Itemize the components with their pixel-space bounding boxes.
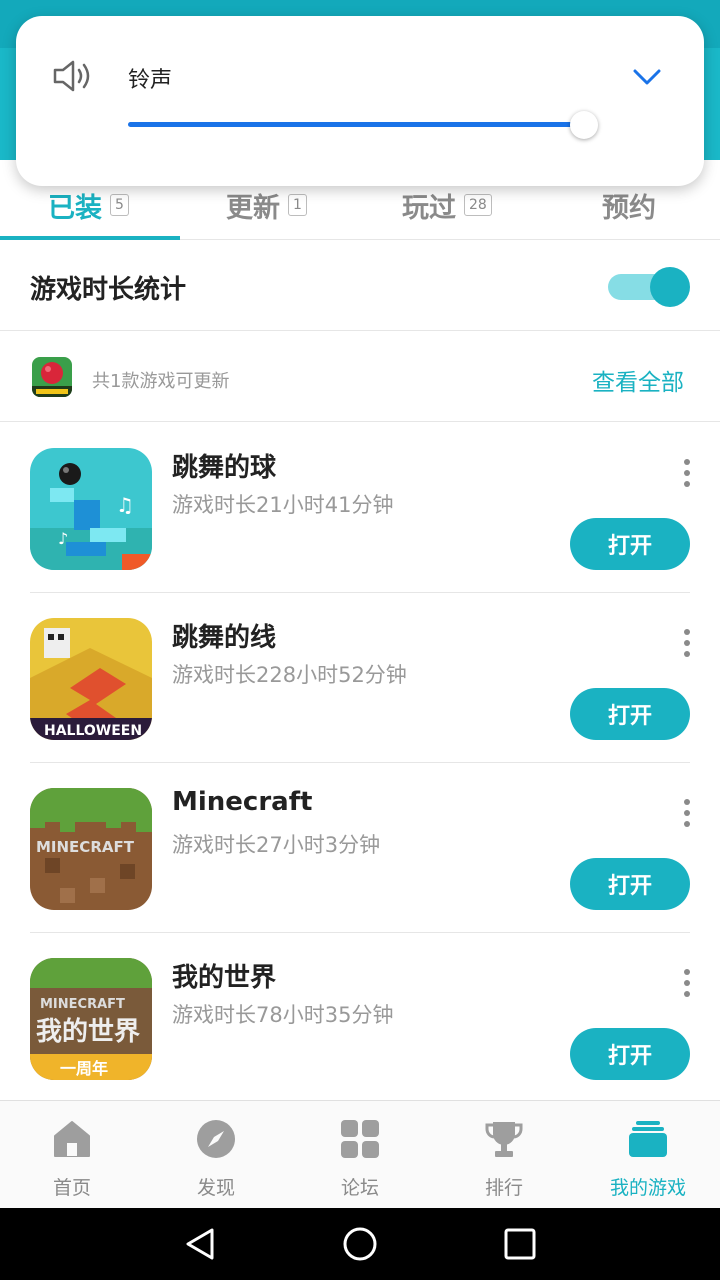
system-nav-bar <box>0 1208 720 1280</box>
compass-icon <box>197 1120 235 1158</box>
back-icon[interactable] <box>182 1226 218 1262</box>
game-name: 我的世界 <box>172 963 277 993</box>
playtime-stats-toggle[interactable] <box>608 267 690 307</box>
game-item-minecraft[interactable]: MINECRAFT Minecraft 游戏时长27小时3分钟 打开 <box>0 763 720 933</box>
game-item-my-world[interactable]: MINECRAFT 我的世界 一周年 我的世界 游戏时长78小时35分钟 打开 <box>0 933 720 1103</box>
volume-popup: 铃声 <box>16 16 704 186</box>
game-item-dancing-line[interactable]: HALLOWEEN 跳舞的线 游戏时长228小时52分钟 打开 <box>0 593 720 763</box>
home-circle-icon[interactable] <box>342 1226 378 1262</box>
tab-reservations[interactable]: 预约 <box>602 180 656 230</box>
playtime-stats-row: 游戏时长统计 <box>0 241 720 331</box>
nav-my-games[interactable]: 我的游戏 <box>576 1101 720 1209</box>
svg-text:我的世界: 我的世界 <box>36 1016 140 1047</box>
nav-label: 我的游戏 <box>609 1177 686 1199</box>
update-count-text: 共1款游戏可更新 <box>92 371 230 392</box>
game-playtime: 游戏时长27小时3分钟 <box>172 833 381 857</box>
grid-icon <box>341 1120 379 1158</box>
svg-text:一周年: 一周年 <box>60 1059 108 1078</box>
bottom-nav: 首页 发现 论坛 排行 我的游戏 <box>0 1100 720 1208</box>
nav-forum[interactable]: 论坛 <box>288 1101 432 1209</box>
tab-badge: 5 <box>110 194 129 216</box>
tab-indicator <box>0 236 180 240</box>
tab-installed[interactable]: 已装 5 <box>48 180 129 230</box>
tab-badge: 28 <box>464 194 492 216</box>
svg-text:HALLOWEEN: HALLOWEEN <box>44 723 142 739</box>
dancing-ball-game-icon: ♫ ♪ <box>30 448 152 570</box>
tab-label: 已装 <box>48 192 102 224</box>
game-playtime: 游戏时长21小时41分钟 <box>172 493 394 517</box>
game-name: 跳舞的球 <box>172 453 277 483</box>
nav-home[interactable]: 首页 <box>0 1101 144 1209</box>
game-name: 跳舞的线 <box>172 623 277 653</box>
stack-icon <box>629 1121 667 1157</box>
more-options-icon[interactable] <box>680 799 694 829</box>
view-all-link[interactable]: 查看全部 <box>592 363 684 397</box>
home-icon <box>54 1121 90 1157</box>
open-game-button[interactable]: 打开 <box>570 1028 690 1080</box>
nav-discover[interactable]: 发现 <box>144 1101 288 1209</box>
my-world-game-icon: MINECRAFT 我的世界 一周年 <box>30 958 152 1080</box>
svg-text:♫: ♫ <box>116 493 134 517</box>
volume-slider-track[interactable] <box>128 122 584 127</box>
tab-updates[interactable]: 更新 1 <box>226 180 307 230</box>
svg-text:MINECRAFT: MINECRAFT <box>36 838 135 856</box>
game-name: Minecraft <box>172 787 313 817</box>
chevron-down-icon[interactable] <box>632 64 662 88</box>
open-game-button[interactable]: 打开 <box>570 858 690 910</box>
tab-played[interactable]: 玩过 28 <box>402 180 492 230</box>
tab-badge: 1 <box>288 194 307 216</box>
game-item-dancing-ball[interactable]: ♫ ♪ 跳舞的球 游戏时长21小时41分钟 打开 <box>0 423 720 593</box>
nav-ranking[interactable]: 排行 <box>432 1101 576 1209</box>
nav-label: 发现 <box>196 1177 235 1199</box>
more-options-icon[interactable] <box>680 969 694 999</box>
tab-label: 更新 <box>226 192 280 224</box>
minecraft-game-icon: MINECRAFT <box>30 788 152 910</box>
dancing-line-game-icon: HALLOWEEN <box>30 618 152 740</box>
game-playtime: 游戏时长228小时52分钟 <box>172 663 407 687</box>
volume-label: 铃声 <box>128 68 173 93</box>
more-options-icon[interactable] <box>680 459 694 489</box>
svg-text:MINECRAFT: MINECRAFT <box>40 997 125 1012</box>
nav-label: 首页 <box>52 1177 91 1199</box>
more-options-icon[interactable] <box>680 629 694 659</box>
recents-icon[interactable] <box>502 1226 538 1262</box>
volume-slider-thumb[interactable] <box>570 111 598 139</box>
game-playtime: 游戏时长78小时35分钟 <box>172 1003 394 1027</box>
nav-label: 论坛 <box>340 1177 379 1199</box>
update-notice-row[interactable]: 共1款游戏可更新 查看全部 <box>0 332 720 422</box>
trophy-icon <box>485 1122 523 1157</box>
nav-label: 排行 <box>484 1177 523 1199</box>
open-game-button[interactable]: 打开 <box>570 518 690 570</box>
speaker-icon[interactable] <box>52 58 94 94</box>
tab-label: 预约 <box>602 192 656 224</box>
stats-title: 游戏时长统计 <box>30 275 187 305</box>
svg-text:♪: ♪ <box>58 529 68 548</box>
tab-label: 玩过 <box>402 192 456 224</box>
toggle-knob <box>650 267 690 307</box>
update-game-icon <box>32 357 72 397</box>
open-game-button[interactable]: 打开 <box>570 688 690 740</box>
